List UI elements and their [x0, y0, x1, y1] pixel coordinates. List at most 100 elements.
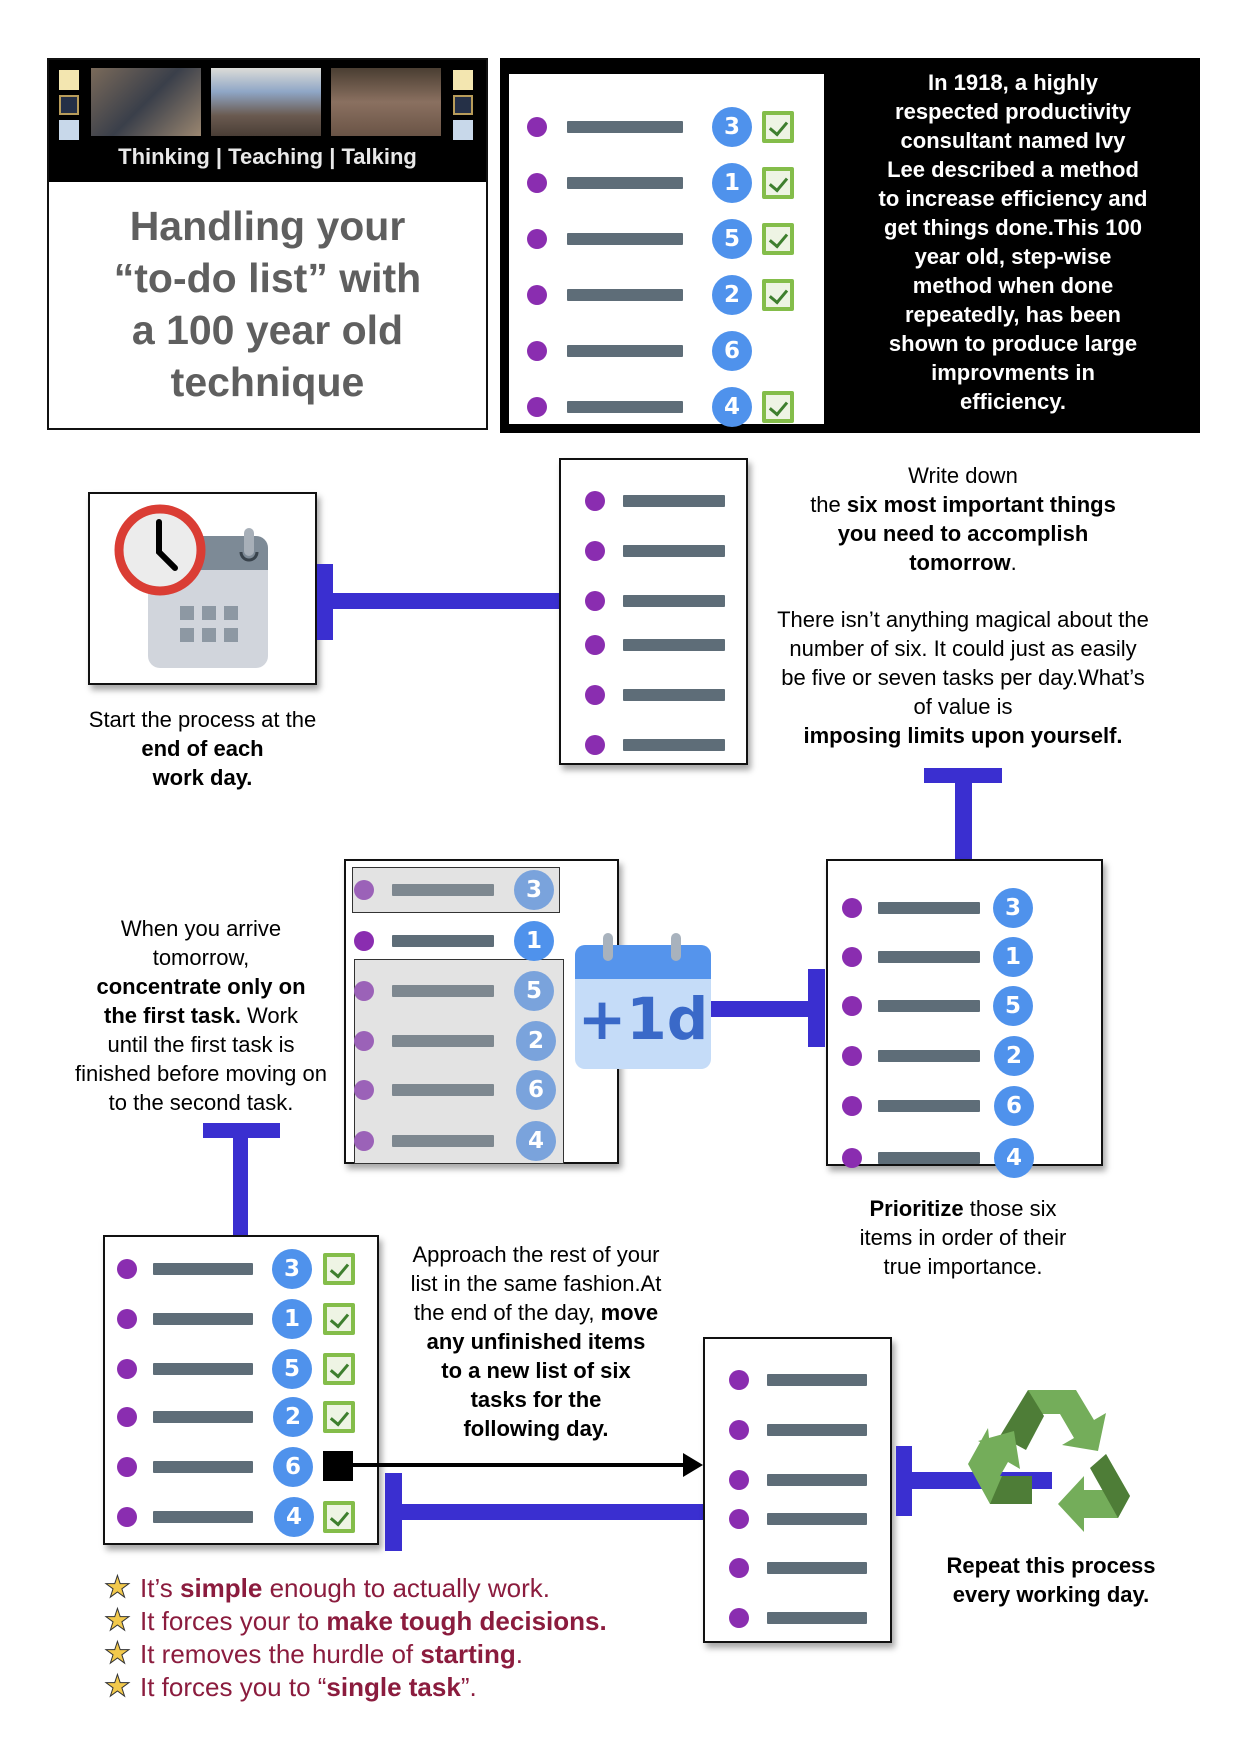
- connector-t-bar: [203, 1123, 280, 1138]
- benefit-item: It forces your to make tough decisions.: [140, 1606, 607, 1636]
- priority-badge: 5: [712, 219, 752, 259]
- list-item: 2: [509, 275, 824, 315]
- clock-calendar-card: [88, 492, 317, 685]
- caption-bold: work day.: [152, 765, 253, 790]
- list-item: 6: [828, 1086, 1101, 1126]
- list-item: [561, 678, 746, 712]
- intro-line: In 1918, a highly: [928, 70, 1098, 95]
- benefit-text: It removes the hurdle of: [140, 1639, 421, 1669]
- priority-badge: 6: [516, 1070, 556, 1110]
- list-item: 4: [105, 1497, 377, 1537]
- star-icon: ★: [104, 1637, 132, 1670]
- banner-side-icons-right: [453, 70, 473, 140]
- blank-task-list: [559, 458, 748, 765]
- intro-line: year old, step-wise: [914, 244, 1112, 269]
- text-line: tomorrow.: [763, 548, 1163, 577]
- benefits-list: ★ It’s simple enough to actually work. ★…: [0, 1570, 700, 1710]
- priority-badge: 1: [272, 1299, 312, 1339]
- text-bold: every working day.: [952, 1582, 1150, 1607]
- text-line: of value is: [913, 694, 1013, 719]
- people-icon: [453, 120, 473, 140]
- list-item: [705, 1413, 890, 1447]
- connector-vertical: [808, 969, 825, 1047]
- page-title: Handling your “to-do list” with a 100 ye…: [49, 200, 486, 408]
- text-bold: six most important things: [846, 492, 1116, 517]
- text-bold: to a new list of six: [441, 1358, 631, 1383]
- benefit-text: ”.: [460, 1672, 477, 1702]
- step5-text: Approach the rest of your list in the sa…: [386, 1240, 686, 1443]
- checkbox-checked-icon: [323, 1353, 355, 1385]
- intro-task-list: 3 1 5 2 6 4: [509, 74, 824, 427]
- intro-line: consultant named Ivy: [900, 128, 1126, 153]
- text-plain: Work: [240, 1003, 298, 1028]
- intro-line: to increase efficiency and: [878, 186, 1148, 211]
- text-bold: the first task.: [104, 1003, 241, 1028]
- priority-badge: 5: [993, 986, 1033, 1026]
- title-line: technique: [170, 359, 365, 405]
- text-bold: any unfinished items: [426, 1329, 646, 1354]
- benefit-text: It’s: [140, 1573, 180, 1603]
- text-line: There isn’t anything magical about the: [777, 607, 1149, 632]
- connector-t-bar: [924, 768, 1002, 783]
- benefit-text: .: [515, 1639, 523, 1669]
- text-bold: Repeat this process: [946, 1553, 1156, 1578]
- text-bold: following day.: [463, 1416, 609, 1441]
- text-line: the first task. Work: [51, 1001, 351, 1030]
- connector-vertical: [317, 564, 333, 640]
- text-bold: move: [600, 1300, 659, 1325]
- step4-text: When you arrive tomorrow, concentrate on…: [51, 914, 351, 1117]
- benefit-item: It’s simple enough to actually work.: [140, 1573, 550, 1603]
- list-item: 2: [828, 1036, 1101, 1076]
- intro-line: repeatedly, has been: [904, 302, 1121, 327]
- star-icon: ★: [104, 1571, 132, 1604]
- checkbox-checked-icon: [323, 1501, 355, 1533]
- step2-text: Write down the six most important things…: [763, 461, 1163, 750]
- list-item: 5: [105, 1349, 377, 1389]
- list-item: [561, 584, 746, 618]
- list-item: 3: [105, 1249, 377, 1289]
- text-bold: concentrate only on: [96, 974, 306, 999]
- checkbox-checked-icon: [762, 279, 794, 311]
- benefit-bold: single task: [326, 1672, 461, 1702]
- priority-badge: 2: [994, 1036, 1034, 1076]
- text-line: list in the same fashion.At: [410, 1271, 662, 1296]
- list-item: [705, 1463, 890, 1497]
- text-bold: tasks for the: [470, 1387, 602, 1412]
- benefit-bold: make tough decisions.: [326, 1606, 607, 1636]
- list-item: [561, 628, 746, 662]
- text-line: until the first task is: [107, 1032, 295, 1057]
- list-item: [561, 484, 746, 518]
- completed-task-list: 3 1 5 2 6 4: [103, 1235, 379, 1545]
- text-line: Approach the rest of your: [412, 1242, 660, 1267]
- list-item: 3: [346, 870, 617, 910]
- list-item: 4: [509, 387, 824, 427]
- calendar-label: +1d: [577, 985, 709, 1053]
- header-card: Thinking | Teaching | Talking Handling y…: [47, 58, 488, 430]
- intro-line: Lee described a method: [887, 157, 1139, 182]
- checkbox-checked-icon: [762, 167, 794, 199]
- priority-badge: 4: [994, 1138, 1034, 1178]
- checkbox-checked-icon: [323, 1303, 355, 1335]
- text-line: tomorrow,: [152, 945, 250, 970]
- photo-talking: [331, 68, 441, 136]
- connector-horizontal: [333, 593, 559, 609]
- photo-thinking: [91, 68, 201, 136]
- banner: Thinking | Teaching | Talking: [49, 60, 486, 182]
- title-line: a 100 year old: [131, 307, 404, 353]
- list-item: [705, 1363, 890, 1397]
- priority-badge: 3: [272, 1249, 312, 1289]
- caption-line: Start the process at the: [88, 707, 317, 732]
- priority-badge: 2: [712, 275, 752, 315]
- text-plain: the: [810, 492, 847, 517]
- benefit-bold: starting: [420, 1639, 516, 1669]
- list-item: 2: [105, 1397, 377, 1437]
- priority-badge: 5: [272, 1349, 312, 1389]
- intro-line: respected productivity: [895, 99, 1131, 124]
- new-task-list: [703, 1337, 892, 1643]
- list-item: 1: [509, 163, 824, 203]
- board-icon: [453, 95, 473, 115]
- intro-line: get things done.This 100: [884, 215, 1142, 240]
- checkbox-checked-icon: [762, 111, 794, 143]
- step3-text: Prioritize those six items in order of t…: [813, 1194, 1113, 1281]
- priority-badge: 2: [273, 1397, 313, 1437]
